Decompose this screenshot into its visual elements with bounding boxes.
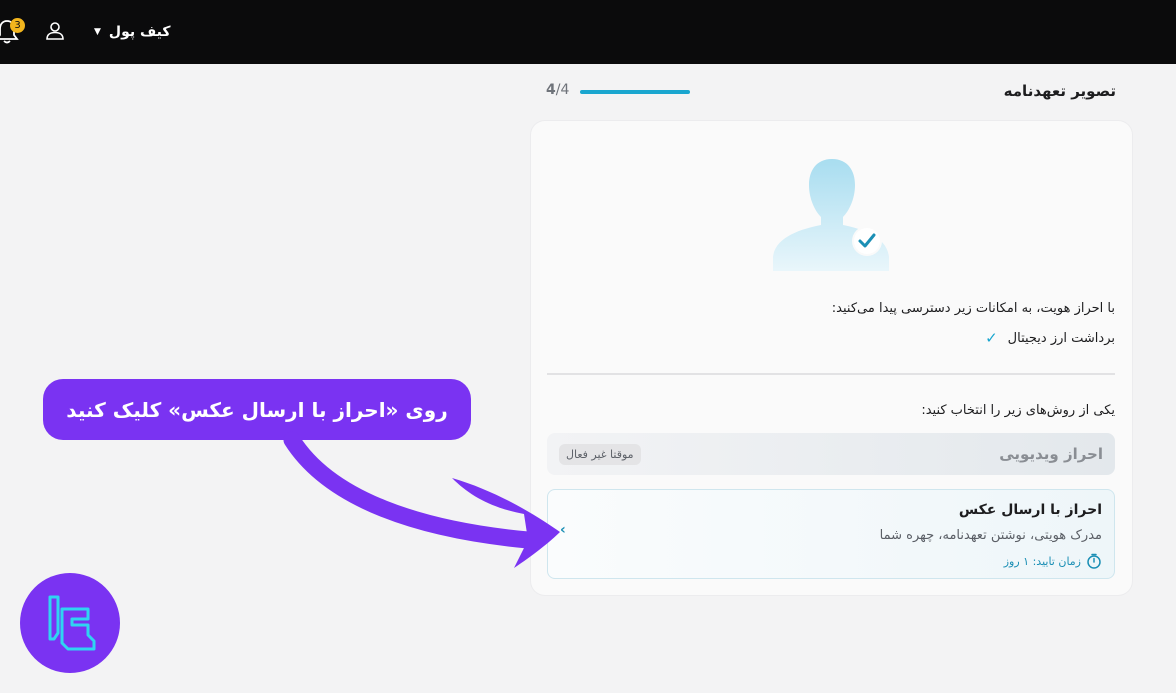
access-benefits-title: با احراز هویت، به امکانات زیر دسترسی پید…: [831, 301, 1115, 316]
step-counter: 4/4: [546, 82, 569, 98]
access-item-label: برداشت ارز دیجیتال: [1007, 330, 1115, 346]
photo-option-description: مدرک هویتی، نوشتن تعهدنامه، چهره شما: [879, 528, 1102, 543]
access-item: برداشت ارز دیجیتال ✓: [985, 329, 1115, 347]
tutorial-callout: روی «احراز با ارسال عکس» کلیک کنید: [43, 379, 471, 440]
step-current: 4: [546, 82, 556, 98]
brand-logo: [20, 573, 120, 673]
chevron-left-icon: ‹: [560, 522, 566, 538]
divider: [547, 373, 1115, 375]
top-navigation-bar: 3 ▼ کیف پول: [0, 0, 1176, 64]
video-verification-option: احراز ویدیویی موقتا غیر فعال: [547, 433, 1115, 475]
brand-logo-mark-icon: [48, 595, 96, 651]
stopwatch-icon: [1087, 553, 1101, 569]
approval-time: زمان تایید: ۱ روز: [1004, 553, 1102, 569]
step-progress-bar: [580, 90, 690, 94]
check-icon: ✓: [985, 329, 998, 347]
caret-down-icon: ▼: [94, 27, 101, 37]
video-option-title: احراز ویدیویی: [999, 445, 1103, 463]
photo-verification-option[interactable]: احراز با ارسال عکس مدرک هویتی، نوشتن تعه…: [547, 489, 1115, 579]
verified-user-illustration: [773, 159, 889, 271]
choose-method-label: یکی از روش‌های زیر را انتخاب کنید:: [921, 403, 1115, 418]
wallet-menu-label: کیف پول: [108, 24, 171, 40]
page-title: تصویر تعهدنامه: [1003, 82, 1116, 100]
user-icon[interactable]: [44, 20, 66, 42]
photo-option-title: احراز با ارسال عکس: [958, 502, 1102, 518]
wallet-menu[interactable]: ▼ کیف پول: [94, 20, 171, 44]
step-total: /4: [555, 82, 570, 98]
notification-count-badge: 3: [10, 18, 25, 33]
verification-card: با احراز هویت، به امکانات زیر دسترسی پید…: [531, 121, 1132, 595]
approval-time-label: زمان تایید: ۱ روز: [1003, 554, 1081, 568]
disabled-badge: موقتا غیر فعال: [559, 443, 641, 465]
